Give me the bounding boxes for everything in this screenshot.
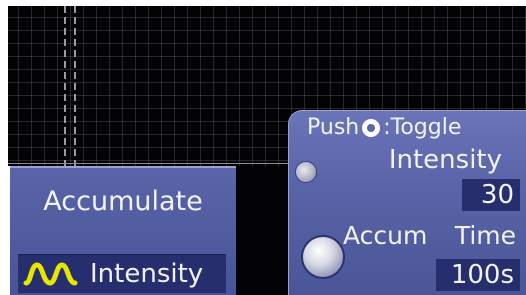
knob-push-icon xyxy=(362,118,381,137)
cursor-marker xyxy=(74,6,76,166)
toggle-label: :Toggle xyxy=(383,115,462,140)
accumulate-menu-panel[interactable]: Accumulate Intensity xyxy=(10,166,236,295)
accumulate-mode-selector[interactable]: Intensity xyxy=(18,254,226,293)
screen-background xyxy=(236,166,296,295)
waveform-icon xyxy=(23,262,78,286)
accum-label: Accum xyxy=(343,221,428,250)
accumulate-title: Accumulate xyxy=(43,186,203,217)
intensity-label: Intensity xyxy=(388,145,502,175)
knob-control-panel: Push :Toggle Intensity 30 Accum Time 100… xyxy=(288,110,526,295)
push-toggle-hint: Push :Toggle xyxy=(307,115,461,140)
accum-time-value: 100s xyxy=(436,259,520,291)
time-label: Time xyxy=(454,221,516,250)
accumulate-mode-label: Intensity xyxy=(90,259,204,289)
cursor-marker xyxy=(64,6,66,166)
intensity-value: 30 xyxy=(462,179,520,211)
small-knob-icon[interactable] xyxy=(295,161,317,183)
push-label: Push xyxy=(307,115,360,140)
oscilloscope-screen: Accumulate Intensity Push :Toggle Intens… xyxy=(0,0,526,295)
large-knob-icon[interactable] xyxy=(301,235,345,279)
